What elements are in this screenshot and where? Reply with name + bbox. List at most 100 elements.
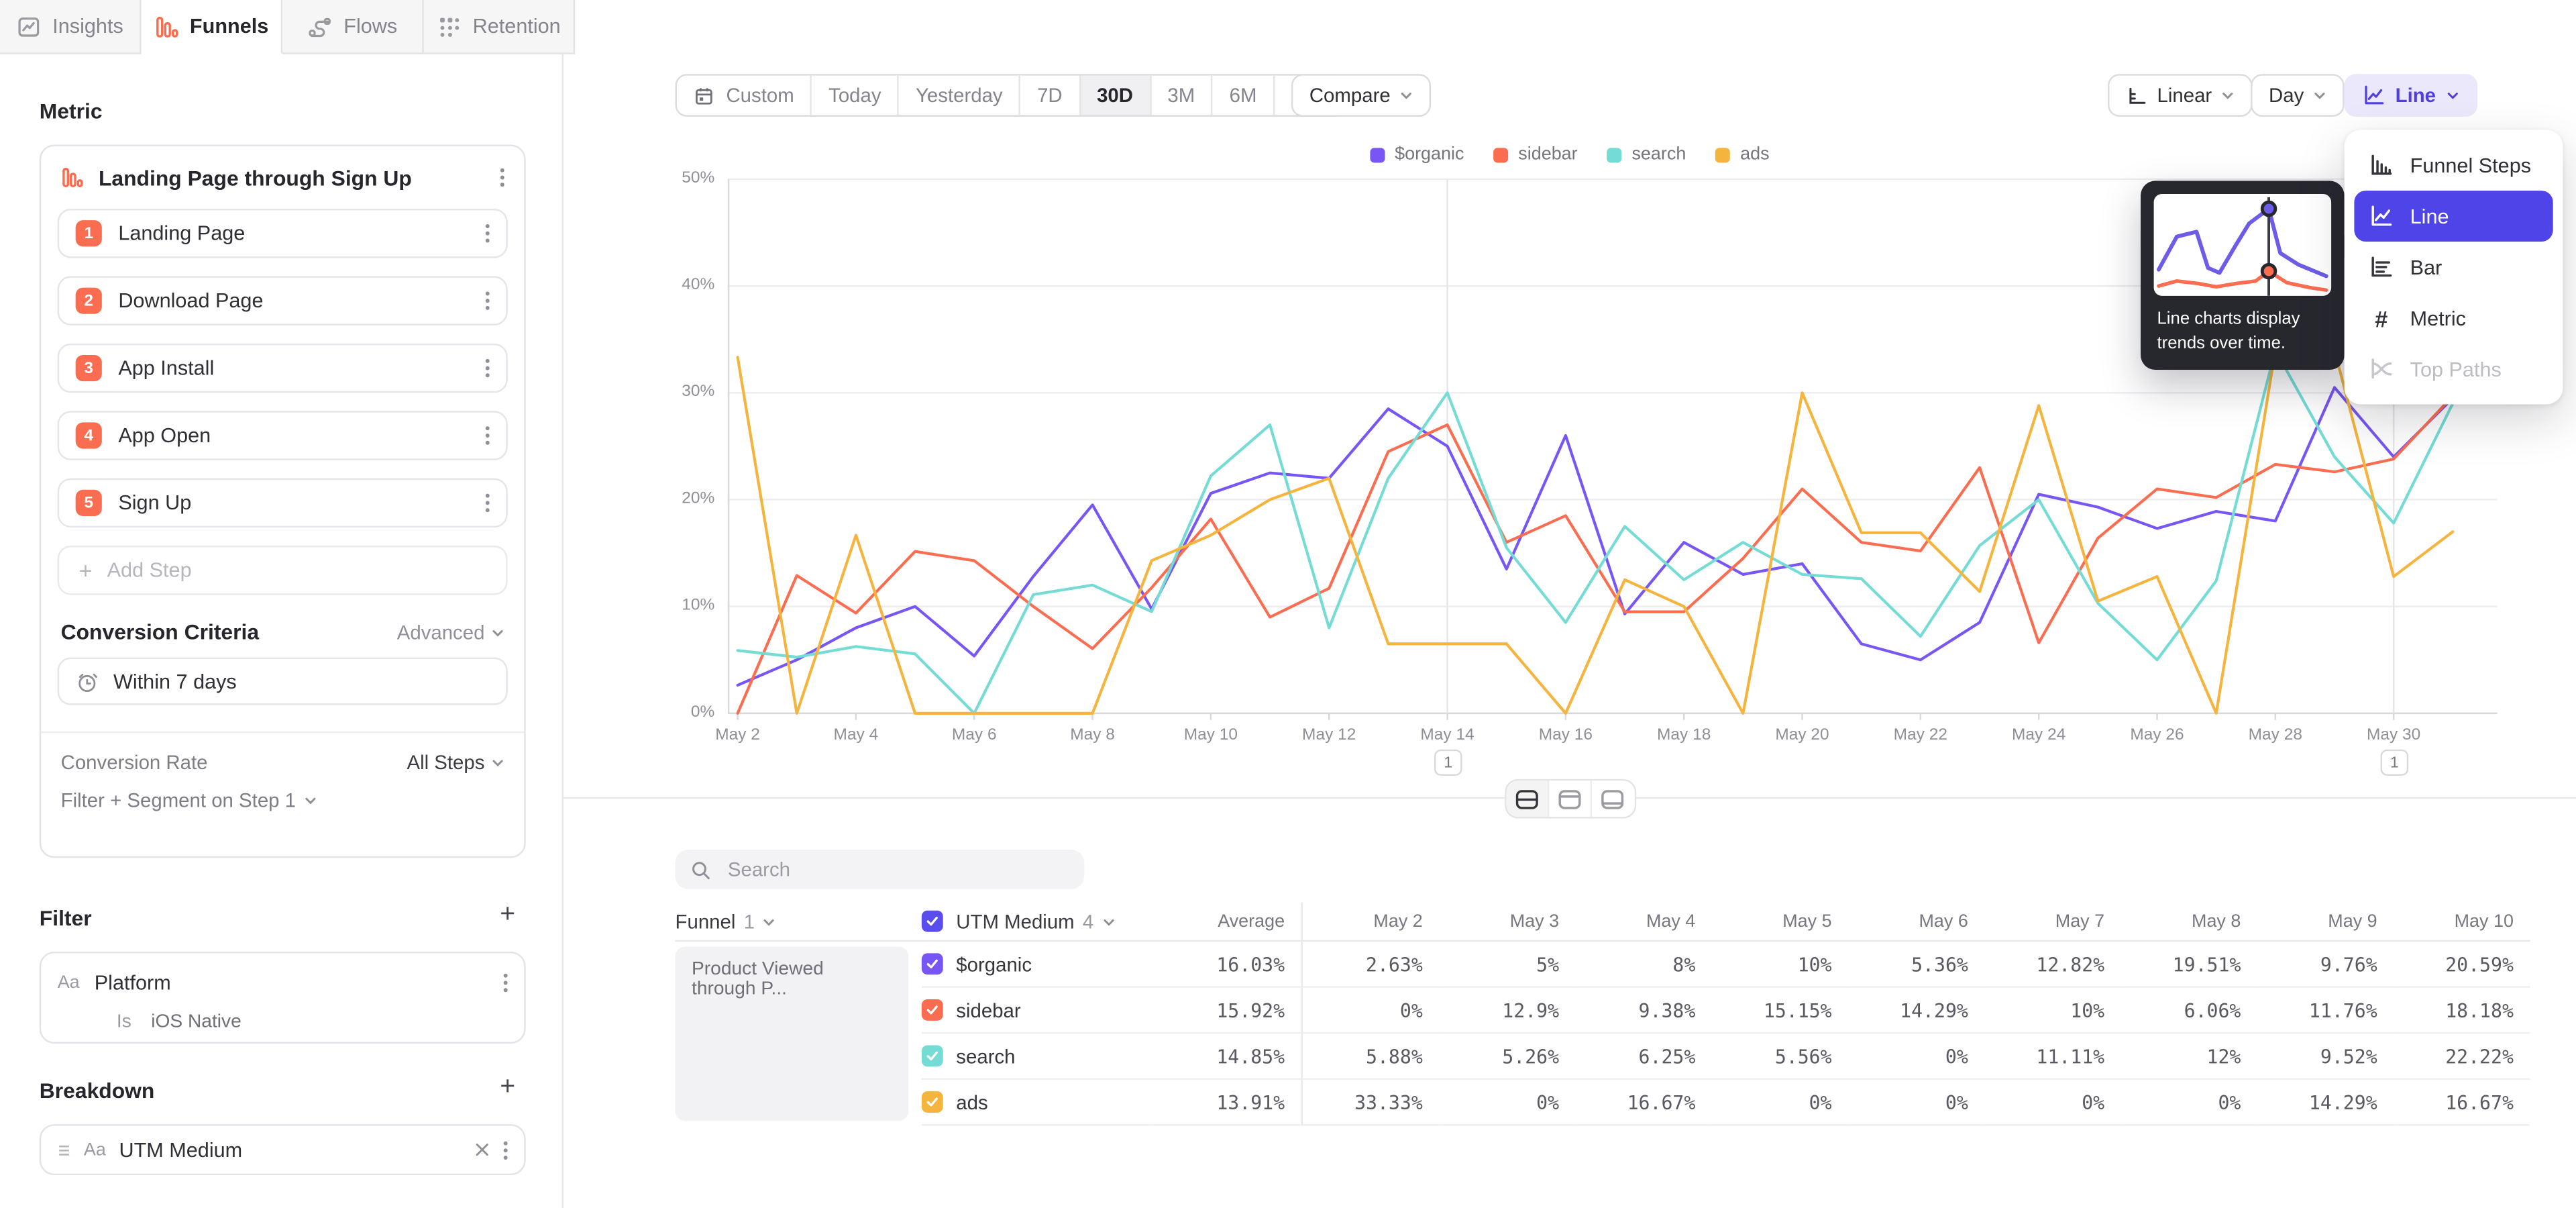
column-header[interactable]: May 7 (1984, 902, 2121, 942)
conversion-window-value: Within 7 days (113, 670, 237, 693)
conversion-rate-dropdown[interactable]: All Steps (407, 751, 504, 774)
column-header[interactable]: May 8 (2121, 902, 2257, 942)
tab-flows[interactable]: Flows (282, 0, 424, 54)
step-kebab-icon[interactable] (484, 289, 490, 312)
breakdown-column-header[interactable]: UTM Medium 4 (922, 902, 1152, 942)
menu-item-bar[interactable]: Bar (2354, 242, 2553, 293)
data-value: 12.82% (1984, 942, 2121, 988)
layout-table-button[interactable] (1591, 781, 1634, 817)
menu-item-top-paths[interactable]: Top Paths (2354, 344, 2553, 395)
table-row-name[interactable]: $organic (922, 942, 1152, 988)
filter-kebab-icon[interactable] (502, 971, 508, 994)
add-breakdown-button[interactable]: + (496, 1078, 519, 1101)
step-kebab-icon[interactable] (484, 424, 490, 447)
range-30d[interactable]: 30D (1081, 76, 1151, 115)
column-header[interactable]: May 4 (1576, 902, 1712, 942)
funnels-icon (154, 14, 178, 39)
series-line-search[interactable] (738, 350, 2453, 713)
column-header[interactable]: May 9 (2257, 902, 2394, 942)
filter-condition[interactable]: Is iOS Native (41, 1006, 524, 1039)
breakdown-section-title: Breakdown (40, 1078, 155, 1103)
column-header[interactable]: May 3 (1439, 902, 1575, 942)
breakdown-property-row[interactable]: Aa UTM Medium (41, 1126, 524, 1174)
table-search[interactable] (676, 850, 1085, 889)
scale-button[interactable]: Linear (2108, 74, 2253, 117)
tab-retention[interactable]: Retention (424, 0, 575, 54)
column-header[interactable]: Average (1152, 902, 1303, 942)
column-header[interactable]: May 5 (1712, 902, 1848, 942)
menu-item-funnel-steps[interactable]: Funnel Steps (2354, 140, 2553, 191)
chart-type-button[interactable]: Line (2345, 74, 2477, 117)
funnel-step-1[interactable]: 1 Landing Page (58, 209, 508, 258)
series-line-ads[interactable] (738, 350, 2453, 713)
add-step-button[interactable]: + Add Step (58, 546, 508, 595)
compare-button[interactable]: Compare (1291, 74, 1432, 117)
search-icon (690, 859, 712, 880)
funnel-step-3[interactable]: 3 App Install (58, 344, 508, 393)
legend-swatch (1494, 147, 1509, 162)
range-custom[interactable]: Custom (677, 76, 812, 115)
interval-button[interactable]: Day (2251, 74, 2345, 117)
average-value: 13.91% (1152, 1080, 1303, 1126)
legend-item[interactable]: $organic (1370, 145, 1464, 164)
funnel-step-4[interactable]: 4 App Open (58, 411, 508, 460)
annotation-badge[interactable]: 1 (1434, 750, 1462, 776)
funnel-step-5[interactable]: 5 Sign Up (58, 479, 508, 527)
step-kebab-icon[interactable] (484, 356, 490, 379)
range-7d[interactable]: 7D (1021, 76, 1081, 115)
drag-handle-icon[interactable] (58, 1143, 71, 1156)
data-value: 9.38% (1576, 988, 1712, 1034)
remove-breakdown-icon[interactable] (474, 1142, 489, 1157)
column-header[interactable]: May 6 (1848, 902, 1984, 942)
search-input[interactable] (724, 856, 1069, 883)
funnel-column-header[interactable]: Funnel 1 (676, 902, 922, 942)
range-yesterday[interactable]: Yesterday (900, 76, 1021, 115)
menu-item-metric[interactable]: # Metric (2354, 293, 2553, 344)
data-value: 18.18% (2394, 988, 2530, 1034)
series-line-organic[interactable] (738, 387, 2453, 685)
range-today[interactable]: Today (812, 76, 900, 115)
x-axis-label: May 10 (1159, 726, 1264, 744)
card-divider (41, 732, 524, 733)
conversion-rate-row: Conversion Rate All Steps (41, 751, 524, 774)
column-header[interactable]: May 10 (2394, 902, 2530, 942)
step-kebab-icon[interactable] (484, 491, 490, 514)
legend-item[interactable]: search (1607, 145, 1686, 164)
metric-header[interactable]: Landing Page through Sign Up (41, 146, 524, 209)
add-filter-button[interactable]: + (496, 905, 519, 928)
table-row-name[interactable]: sidebar (922, 988, 1152, 1034)
funnel-group-cell[interactable]: Product Viewed through P... (676, 942, 922, 1125)
series-checkbox[interactable] (922, 999, 943, 1021)
filter-property-row[interactable]: Aa Platform (41, 960, 524, 1006)
data-value: 9.52% (2257, 1034, 2394, 1080)
y-axis-label: 30% (612, 383, 714, 401)
range-3m[interactable]: 3M (1151, 76, 1213, 115)
conversion-window[interactable]: Within 7 days (58, 658, 508, 705)
metric-kebab-icon[interactable] (498, 166, 504, 189)
tab-insights[interactable]: Insights (0, 0, 142, 54)
layout-chart-button[interactable] (1548, 781, 1591, 817)
tab-funnels[interactable]: Funnels (142, 0, 283, 54)
tab-label: Insights (52, 15, 123, 38)
series-checkbox[interactable] (922, 1046, 943, 1067)
layout-split-button[interactable] (1505, 781, 1548, 817)
segment-on-step-dropdown[interactable]: Filter + Segment on Step 1 (41, 789, 524, 812)
table-row-name[interactable]: ads (922, 1080, 1152, 1126)
calendar-icon (693, 85, 714, 106)
series-checkbox[interactable] (922, 953, 943, 974)
legend-item[interactable]: sidebar (1494, 145, 1578, 164)
data-value: 10% (1984, 988, 2121, 1034)
column-header[interactable]: May 2 (1303, 902, 1439, 942)
annotation-badge[interactable]: 1 (2381, 750, 2409, 776)
breakdown-select-all-checkbox[interactable] (922, 911, 943, 932)
menu-item-line[interactable]: Line (2354, 191, 2553, 242)
funnel-step-2[interactable]: 2 Download Page (58, 276, 508, 325)
step-kebab-icon[interactable] (484, 222, 490, 245)
breakdown-kebab-icon[interactable] (502, 1138, 508, 1161)
range-6m[interactable]: 6M (1213, 76, 1275, 115)
advanced-dropdown[interactable]: Advanced (397, 620, 504, 643)
data-value: 0% (1303, 988, 1439, 1034)
legend-item[interactable]: ads (1715, 145, 1769, 164)
series-checkbox[interactable] (922, 1091, 943, 1113)
table-row-name[interactable]: search (922, 1034, 1152, 1080)
